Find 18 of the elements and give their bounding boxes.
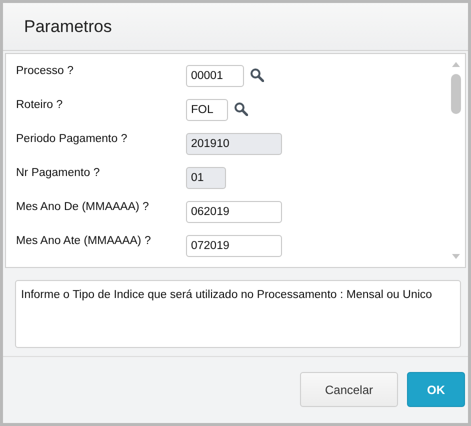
search-icon[interactable] [234, 102, 248, 116]
field-label: Nr Pagamento ? [16, 166, 101, 181]
cancel-button[interactable]: Cancelar [300, 372, 398, 407]
search-icon[interactable] [250, 68, 264, 82]
input-field[interactable]: 072019 [186, 235, 282, 257]
scroll-down-icon[interactable] [451, 253, 461, 261]
field-label: Processo ? [16, 64, 75, 79]
field-label: Periodo Pagamento ? [16, 132, 128, 147]
scroll-up-icon[interactable] [451, 60, 461, 68]
scroll-thumb[interactable] [451, 74, 461, 114]
help-text: Informe o Tipo de Indice que será utilizado no Processamento : Mensal ou Unico [21, 289, 432, 301]
field-label: Mes Ano Ate (MMAAAA) ? [16, 234, 152, 249]
input-field[interactable]: 00001 [186, 65, 244, 87]
field-label: Mes Ano De (MMAAAA) ? [16, 200, 150, 215]
input-field[interactable]: FOL [186, 99, 228, 121]
input-field[interactable]: 062019 [186, 201, 282, 223]
window-title: Parametros [24, 16, 112, 36]
field-label: Roteiro ? [16, 98, 64, 113]
